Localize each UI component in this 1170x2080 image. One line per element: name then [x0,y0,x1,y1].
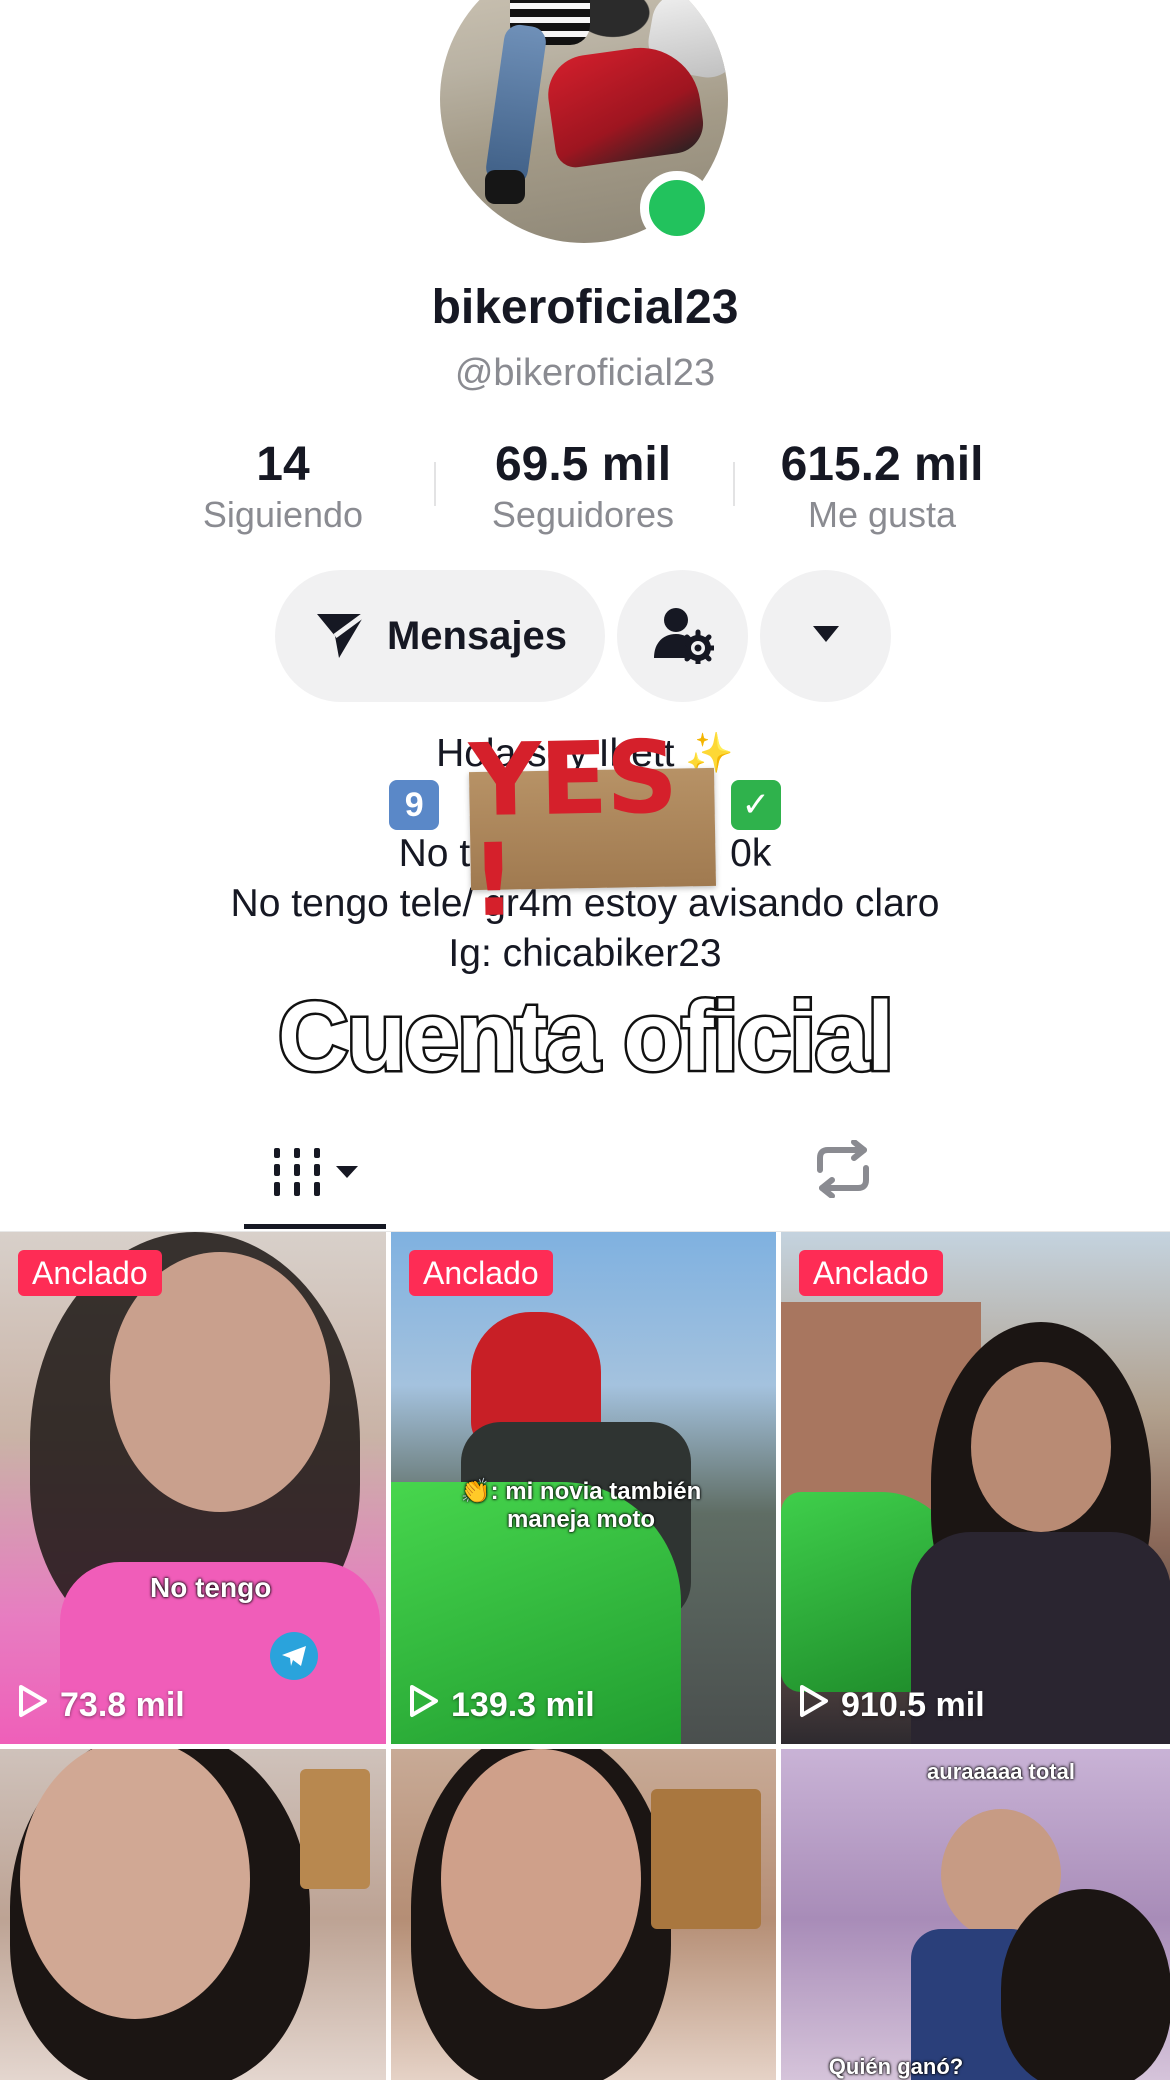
video-thumbnail-hair [1001,1889,1170,2080]
view-count-value: 910.5 mil [841,1686,985,1724]
caret-down-icon [812,625,840,648]
check-mark-emoji: ✓ [730,780,781,830]
view-count: 73.8 mil [16,1683,185,1728]
stat-following[interactable]: 14 Siguiendo [153,438,413,538]
video-thumbnail-face [441,1749,641,2009]
content-tabs [0,1120,1170,1232]
play-icon [407,1683,451,1728]
avatar-photo-rider-legs [484,22,548,188]
video-tile[interactable] [391,1749,776,2080]
stat-likes-label: Me gusta [807,494,957,535]
more-options-button[interactable] [760,570,891,702]
grid-icon [274,1148,364,1209]
view-count: 910.5 mil [797,1683,985,1728]
stats-divider [733,462,735,506]
pinned-badge: Anclado [409,1250,553,1296]
profile-stats: 14 Siguiendo 69.5 mil Seguidores 615.2 m… [0,438,1170,538]
view-count: 139.3 mil [407,1683,595,1728]
telegram-icon [270,1632,318,1680]
view-count-value: 139.3 mil [451,1686,595,1724]
stat-likes[interactable]: 615.2 mil Me gusta [752,438,1012,538]
video-tile[interactable]: Anclado 👏: mi novia también maneja moto … [391,1232,776,1744]
video-tile[interactable]: auraaaaa total Quién ganó? [781,1749,1170,2080]
stat-followers[interactable]: 69.5 mil Seguidores [453,438,713,538]
bio-line-5: Ig: chicabiker23 [448,932,722,975]
user-gear-icon [652,604,716,669]
view-count-value: 73.8 mil [60,1686,185,1724]
pinned-badge: Anclado [799,1250,943,1296]
video-caption: 👏: mi novia también maneja moto [460,1478,702,1533]
video-tile[interactable]: Anclado 910.5 mil [781,1232,1170,1744]
bio-line-3-right: 0k [730,832,772,875]
follow-settings-button[interactable] [617,570,748,702]
play-icon [16,1683,60,1728]
stats-divider [434,462,436,506]
message-button-label: Mensajes [386,613,568,658]
keycap-nine-emoji: 9 [389,780,440,830]
video-caption: No tengo [150,1572,272,1603]
message-button[interactable]: Mensajes [275,570,605,702]
pinned-badge: Anclado [18,1250,162,1296]
stat-followers-value: 69.5 mil [494,438,672,491]
video-caption-top: auraaaaa total [927,1759,1075,1784]
tab-videos[interactable] [244,1120,386,1232]
bio-line-3-left: No t [398,832,471,875]
video-tile[interactable]: Anclado No tengo 73.8 mil [0,1232,386,1744]
avatar-photo-boot [485,170,525,204]
stat-followers-label: Seguidores [491,494,675,535]
display-name: bikeroficial23 [431,281,739,334]
stat-following-value: 14 [256,438,310,491]
tab-reposts[interactable] [810,1139,892,1212]
active-tab-indicator [244,1224,386,1229]
video-thumbnail-face [971,1362,1111,1532]
video-grid: Anclado No tengo 73.8 mil Anclado 👏: mi … [0,1232,1170,2080]
video-thumbnail-frame [651,1789,761,1929]
username: @bikeroficial23 [454,352,716,394]
repost-icon [810,1139,876,1202]
play-icon [797,1683,841,1728]
online-status-dot [640,171,714,245]
video-caption-bottom: Quién ganó? [828,2054,964,2079]
video-thumbnail-face [20,1749,250,2019]
send-icon [313,606,369,667]
overlay-caption: Cuenta oficial [275,979,897,1094]
yes-sticker: YES ! [468,719,717,939]
video-thumbnail-frame [300,1769,370,1889]
stat-following-label: Siguiendo [202,494,364,535]
stat-likes-value: 615.2 mil [780,438,984,491]
video-tile[interactable] [0,1749,386,2080]
